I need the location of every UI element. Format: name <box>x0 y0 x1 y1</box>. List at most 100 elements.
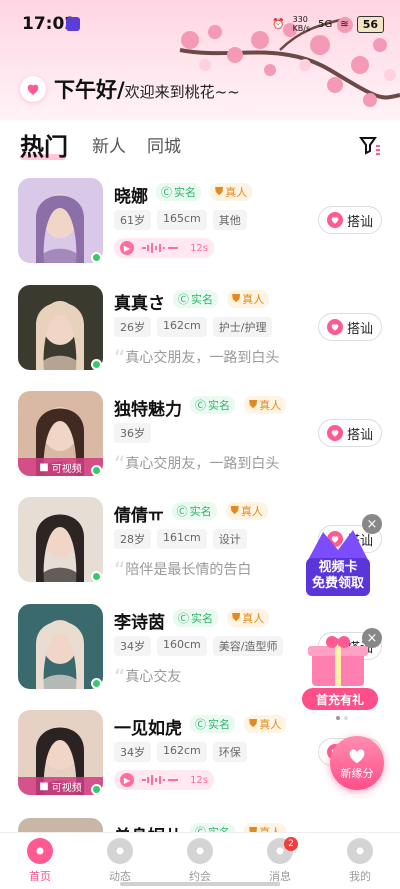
user-card[interactable]: 晓娜 61岁 165cm 其他 ▶ 12s 搭讪 Ⓒ 实名 ⛊ 真人 <box>18 178 388 278</box>
user-tag: 设计 <box>212 529 247 549</box>
close-recharge-promo-button[interactable]: × <box>362 628 382 648</box>
online-status-dot <box>91 571 102 582</box>
user-avatar[interactable] <box>18 178 103 263</box>
home-indicator <box>120 882 280 886</box>
real-name-badge: Ⓒ实名 <box>190 396 235 414</box>
chat-button-label: 搭讪 <box>346 321 373 337</box>
online-status-dot <box>91 359 102 370</box>
nav-label: 我的 <box>349 870 371 883</box>
user-tag: 161cm <box>157 529 207 549</box>
user-tag: 其他 <box>212 210 247 230</box>
nav-item-date[interactable]: 约会 <box>160 833 240 889</box>
real-person-badge: ⛊真人 <box>227 290 270 308</box>
filter-icon[interactable] <box>358 134 382 158</box>
shield-icon: ⛊ <box>215 185 224 198</box>
user-name: 真真さ <box>114 294 165 314</box>
chat-button[interactable]: 搭讪 <box>318 419 382 447</box>
user-tag: 美容/造型师 <box>212 636 284 656</box>
status-bar: 17:02 ⏰ 330 KB/s 5G ≋ 56 <box>0 0 400 46</box>
nav-item-feed[interactable]: 动态 <box>80 833 160 889</box>
user-tag: 162cm <box>157 317 207 337</box>
carousel-dots <box>336 716 348 720</box>
video-camera-icon: ■ <box>39 780 49 792</box>
real-name-label: 实名 <box>189 505 212 518</box>
online-status-dot <box>91 252 102 263</box>
chat-button[interactable]: 搭讪 <box>318 313 382 341</box>
real-person-badge: ⛊真人 <box>244 715 287 733</box>
user-tag: 36岁 <box>114 423 151 443</box>
user-avatar[interactable]: ■ 可视频 <box>18 710 103 795</box>
online-status-dot <box>91 784 102 795</box>
chat-button-label: 搭讪 <box>346 427 373 443</box>
nav-item-home[interactable]: 首页 <box>0 833 80 889</box>
user-bio: “真心交友 <box>114 666 181 691</box>
chat-button[interactable]: 搭讪 <box>318 206 382 234</box>
user-name: 倩倩ㅠ <box>114 506 164 526</box>
shield-icon: ⛊ <box>249 398 258 411</box>
shield-icon: ⛊ <box>230 504 239 517</box>
user-name: 独特魅力 <box>114 400 182 420</box>
user-avatar[interactable] <box>18 497 103 582</box>
tab-new[interactable]: 新人 <box>92 132 126 157</box>
status-icons: ⏰ 330 KB/s 5G ≋ 56 <box>272 15 384 33</box>
verified-icon: Ⓒ <box>178 612 189 625</box>
real-name-label: 实名 <box>174 186 196 199</box>
nav-item-message[interactable]: 消息 2 <box>240 833 320 889</box>
heart-icon <box>326 319 343 335</box>
heart-icon <box>20 76 46 102</box>
wifi-icon: ≋ <box>340 18 349 30</box>
signal-icon: 5G <box>318 18 333 30</box>
real-person-label: 真人 <box>242 293 265 306</box>
user-avatar[interactable]: ■ 可视频 <box>18 391 103 476</box>
real-person-label: 真人 <box>259 718 282 731</box>
first-recharge-label: 首充有礼 <box>302 688 378 710</box>
unread-badge: 2 <box>284 837 298 851</box>
profile-icon <box>347 838 373 864</box>
video-available-tag: ■ 可视频 <box>18 458 103 476</box>
header-banner: 17:02 ⏰ 330 KB/s 5G ≋ 56 下午好/欢迎来到桃花~~ <box>0 0 400 120</box>
online-status-dot <box>91 678 102 689</box>
user-tag: 26岁 <box>114 317 151 337</box>
new-fate-button[interactable]: 新缘分 <box>330 736 384 790</box>
voice-duration: 12s <box>190 774 208 786</box>
verified-icon: Ⓒ <box>195 399 206 412</box>
user-tag: 34岁 <box>114 742 151 762</box>
user-tag: 环保 <box>212 742 247 762</box>
real-name-label: 实名 <box>191 612 213 625</box>
date-icon <box>187 838 213 864</box>
tab-nearby[interactable]: 同城 <box>147 132 181 157</box>
real-name-label: 实名 <box>208 399 230 412</box>
video-available-tag: ■ 可视频 <box>18 777 103 795</box>
nav-item-profile[interactable]: 我的 <box>320 833 400 889</box>
user-tag: 160cm <box>157 636 207 656</box>
real-person-badge: ⛊真人 <box>225 502 268 520</box>
voice-duration: 12s <box>190 242 208 254</box>
heart-icon <box>326 212 343 228</box>
user-avatar[interactable] <box>18 604 103 689</box>
real-name-badge: Ⓒ实名 <box>173 609 218 627</box>
quote-icon: “ <box>114 453 126 478</box>
home-icon <box>27 838 53 864</box>
user-avatar[interactable] <box>18 285 103 370</box>
quote-icon: “ <box>114 666 126 691</box>
play-icon[interactable]: ▶ <box>120 773 134 787</box>
user-card[interactable]: 真真さ 26岁 162cm 护士/护理 “真心交朋友，一路到白头 搭讪 Ⓒ 实名 ⛊ 真人 <box>18 285 388 385</box>
greeting: 下午好/欢迎来到桃花~~ <box>20 74 240 104</box>
heart-icon <box>326 425 343 441</box>
video-available-label: 可视频 <box>51 782 82 794</box>
user-tag: 护士/护理 <box>212 317 273 337</box>
tab-hot[interactable]: 热门 <box>20 127 68 162</box>
voice-intro[interactable]: ▶ 12s <box>114 770 214 790</box>
tab-bar: 热门 新人 同城 <box>0 122 400 170</box>
play-icon[interactable]: ▶ <box>120 241 134 255</box>
user-card[interactable]: ■ 可视频 独特魅力 36岁 “真心交朋友，一路到白头 搭讪 Ⓒ 实名 ⛊ 真人 <box>18 391 388 491</box>
greeting-main: 下午好/ <box>54 78 125 102</box>
voice-intro[interactable]: ▶ 12s <box>114 238 214 258</box>
greeting-sub: 欢迎来到桃花~~ <box>124 83 240 101</box>
user-name: 一见如虎 <box>114 719 182 739</box>
close-video-promo-button[interactable]: × <box>362 514 382 534</box>
bottom-navigation: 首页 动态 约会 消息 2 我的 <box>0 832 400 889</box>
app-notification-icon <box>66 17 80 31</box>
user-tags: 34岁 160cm 美容/造型师 <box>114 636 284 656</box>
real-person-label: 真人 <box>259 399 282 412</box>
